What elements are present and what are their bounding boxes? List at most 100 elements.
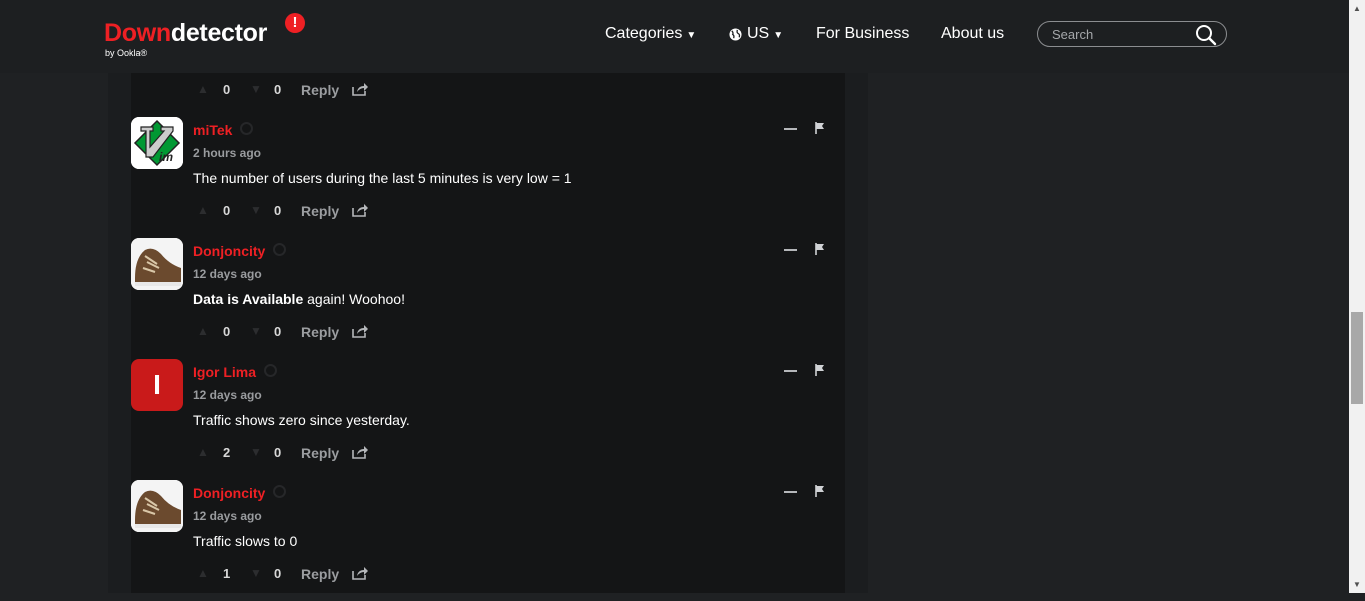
like-count: 0 (223, 82, 231, 97)
flag-icon[interactable] (815, 364, 825, 376)
comment-author[interactable]: Donjoncity (193, 485, 287, 501)
comment-actions: ▲ 1 ▼ 0 Reply (197, 566, 397, 582)
thumbs-down-icon[interactable]: ▼ (250, 324, 262, 338)
logo-wordmark: Downdetector (104, 19, 267, 48)
like-count: 0 (223, 324, 231, 339)
logo-detector-text: detector (170, 19, 268, 47)
minimize-icon[interactable] (784, 128, 797, 130)
comment-text-rest: again! Woohoo! (303, 291, 405, 307)
nav-for-business-label: For Business (816, 25, 910, 42)
reply-button[interactable]: Reply (301, 324, 339, 340)
site-header: Downdetector ! by Ookla® Categories ▼ US ▼… (0, 0, 1349, 73)
reply-button[interactable]: Reply (301, 203, 339, 219)
sneaker-photo-icon (131, 480, 183, 532)
nav-region-label: US (747, 25, 770, 42)
scroll-down-arrow-icon[interactable]: ▼ (1349, 576, 1365, 593)
thumbs-up-icon[interactable]: ▲ (197, 203, 209, 217)
comment-text: Traffic slows to 0 (193, 533, 298, 549)
downdetector-logo[interactable]: Downdetector ! by Ookla® (104, 13, 314, 62)
share-icon[interactable] (352, 324, 368, 338)
dislike-count: 0 (274, 566, 282, 581)
author-name: Donjoncity (193, 243, 266, 259)
thumbs-up-icon[interactable]: ▲ (197, 566, 209, 580)
flag-icon[interactable] (815, 485, 825, 497)
svg-text:im: im (159, 150, 173, 164)
nav-for-business[interactable]: For Business (816, 25, 909, 43)
badge-icon (273, 485, 287, 498)
nav-categories-label: Categories (605, 25, 683, 42)
vim-logo-icon: im (131, 117, 183, 169)
comment-text-bold: Data is Available (193, 291, 304, 307)
share-icon[interactable] (352, 203, 368, 217)
comment-text: The number of users during the last 5 mi… (193, 170, 572, 186)
comment-author[interactable]: Igor Lima (193, 364, 278, 380)
globe-icon (729, 27, 742, 41)
comment-actions: ▲ 2 ▼ 0 Reply (197, 445, 397, 461)
comment-author[interactable]: miTek (193, 122, 254, 138)
nav-region[interactable]: US ▼ (729, 25, 783, 43)
reply-button[interactable]: Reply (301, 566, 339, 582)
scroll-up-arrow-icon[interactable]: ▲ (1349, 0, 1365, 17)
reply-button[interactable]: Reply (301, 82, 339, 98)
author-name: Igor Lima (193, 364, 257, 380)
search-input[interactable] (1052, 26, 1192, 43)
comment-time[interactable]: 12 days ago (193, 509, 262, 523)
thumbs-down-icon[interactable]: ▼ (250, 566, 262, 580)
like-count: 2 (223, 445, 231, 460)
author-name: miTek (193, 122, 233, 138)
badge-icon (240, 122, 254, 135)
logo-byline: by Ookla® (105, 48, 148, 58)
sneaker-photo-icon (131, 238, 183, 290)
avatar[interactable] (131, 480, 183, 532)
logo-down-text: Down (104, 19, 171, 47)
search-icon[interactable] (1195, 24, 1217, 46)
comment-time[interactable]: 2 hours ago (193, 146, 261, 160)
nav-about-us-label: About us (941, 25, 1005, 42)
thumbs-up-icon[interactable]: ▲ (197, 324, 209, 338)
author-name: Donjoncity (193, 485, 266, 501)
dislike-count: 0 (274, 445, 282, 460)
avatar[interactable]: I (131, 359, 183, 411)
thumbs-up-icon[interactable]: ▲ (197, 445, 209, 459)
reply-button[interactable]: Reply (301, 445, 339, 461)
search-box (1037, 21, 1227, 47)
avatar[interactable]: im (131, 117, 183, 169)
avatar[interactable] (131, 238, 183, 290)
badge-icon (273, 243, 287, 256)
comment-author[interactable]: Donjoncity (193, 243, 287, 259)
dislike-count: 0 (274, 203, 282, 218)
comment-item: Donjoncity 12 days ago Data is Available… (131, 238, 845, 359)
like-count: 1 (223, 566, 231, 581)
thumbs-down-icon[interactable]: ▼ (250, 82, 262, 96)
minimize-icon[interactable] (784, 370, 797, 372)
like-count: 0 (223, 203, 231, 218)
comment-item: I Igor Lima 12 days ago Traffic shows ze… (131, 359, 845, 480)
comment-text: Traffic shows zero since yesterday. (193, 412, 410, 428)
nav-categories[interactable]: Categories ▼ (605, 25, 696, 43)
comment-actions: ▲ 0 ▼ 0 Reply (197, 324, 397, 340)
thumbs-up-icon[interactable]: ▲ (197, 82, 209, 96)
flag-icon[interactable] (815, 243, 825, 255)
scrollbar-thumb[interactable] (1351, 312, 1363, 404)
dislike-count: 0 (274, 82, 282, 97)
comment-text: Data is Available again! Woohoo! (193, 291, 405, 307)
share-icon[interactable] (352, 566, 368, 580)
minimize-icon[interactable] (784, 491, 797, 493)
share-icon[interactable] (352, 445, 368, 459)
nav-about-us[interactable]: About us (941, 25, 1004, 43)
chevron-down-icon: ▼ (773, 29, 784, 41)
comment-time[interactable]: 12 days ago (193, 267, 262, 281)
logo-exclamation-icon: ! (285, 13, 305, 33)
comment-time[interactable]: 12 days ago (193, 388, 262, 402)
comment-actions: ▲ 0 ▼ 0 Reply (197, 203, 397, 219)
comment-item: Donjoncity 12 days ago Traffic slows to … (131, 480, 845, 601)
dislike-count: 0 (274, 324, 282, 339)
flag-icon[interactable] (815, 122, 825, 134)
page-scrollbar[interactable]: ▲ ▼ (1349, 0, 1365, 593)
thumbs-down-icon[interactable]: ▼ (250, 445, 262, 459)
thumbs-down-icon[interactable]: ▼ (250, 203, 262, 217)
share-icon[interactable] (352, 82, 368, 96)
comment-actions: ▲ 0 ▼ 0 Reply (197, 82, 397, 98)
chevron-down-icon: ▼ (686, 29, 697, 41)
minimize-icon[interactable] (784, 249, 797, 251)
